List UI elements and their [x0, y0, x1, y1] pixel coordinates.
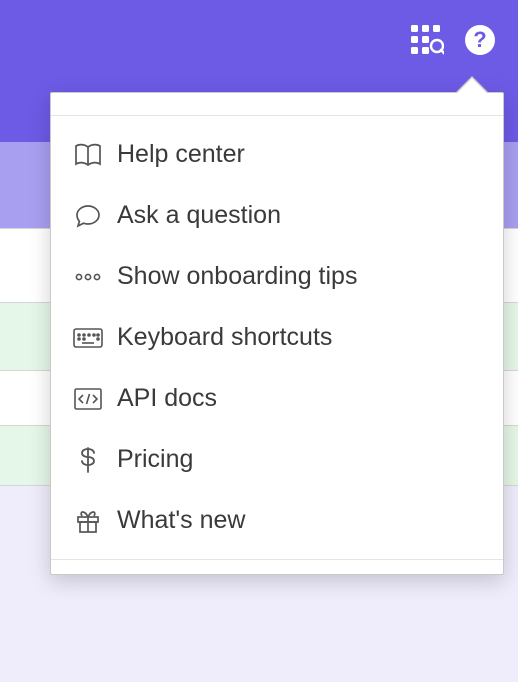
- help-icon[interactable]: ?: [464, 24, 496, 56]
- menu-item-keyboard-shortcuts[interactable]: Keyboard shortcuts: [51, 307, 503, 368]
- menu-separator: [51, 115, 503, 116]
- menu-item-ask-question[interactable]: Ask a question: [51, 185, 503, 246]
- apps-grid-icon[interactable]: [410, 24, 444, 56]
- page: ? Help center Ask a question: [0, 0, 518, 682]
- dollar-icon: [73, 446, 103, 474]
- menu-item-help-center[interactable]: Help center: [51, 124, 503, 185]
- dots-icon: [73, 272, 103, 282]
- menu-item-api-docs[interactable]: API docs: [51, 368, 503, 429]
- code-icon: [73, 388, 103, 410]
- menu-item-label: API docs: [117, 384, 217, 413]
- gift-icon: [73, 508, 103, 534]
- menu-item-label: Help center: [117, 140, 245, 169]
- help-menu: Help center Ask a question Show onboardi…: [50, 92, 504, 575]
- header-actions: ?: [410, 24, 496, 56]
- menu-item-whats-new[interactable]: What's new: [51, 490, 503, 551]
- menu-item-label: Pricing: [117, 445, 193, 474]
- menu-item-label: Keyboard shortcuts: [117, 323, 332, 352]
- menu-item-label: What's new: [117, 506, 245, 535]
- menu-item-label: Show onboarding tips: [117, 262, 357, 291]
- menu-separator: [51, 559, 503, 560]
- menu-item-onboarding-tips[interactable]: Show onboarding tips: [51, 246, 503, 307]
- menu-item-pricing[interactable]: Pricing: [51, 429, 503, 490]
- svg-text:?: ?: [473, 27, 486, 52]
- menu-caret: [456, 78, 488, 94]
- chat-icon: [73, 203, 103, 229]
- keyboard-icon: [73, 328, 103, 348]
- menu-item-label: Ask a question: [117, 201, 281, 230]
- book-icon: [73, 142, 103, 168]
